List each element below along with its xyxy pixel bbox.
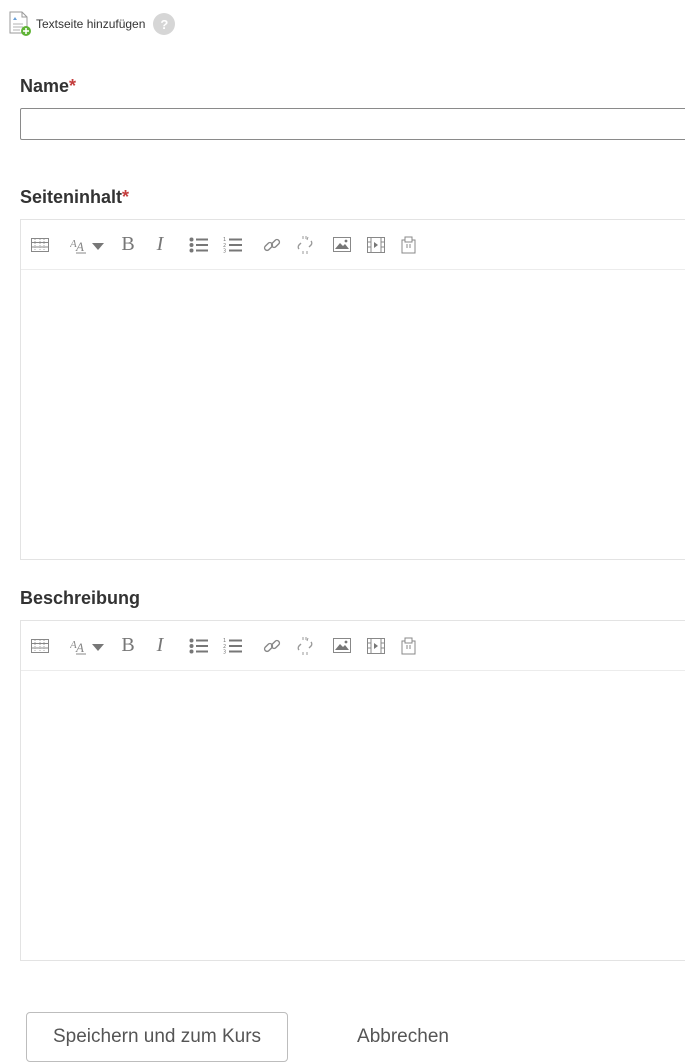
- content-label: Seiteninhalt*: [20, 187, 129, 208]
- required-marker: *: [122, 187, 130, 207]
- bold-icon[interactable]: B: [117, 634, 139, 657]
- ordered-list-icon[interactable]: 123: [223, 234, 243, 256]
- unordered-list-icon[interactable]: [189, 635, 209, 657]
- svg-text:A: A: [75, 239, 84, 254]
- name-input[interactable]: [20, 108, 685, 140]
- content-editor-toolbar: AA B I 123: [21, 220, 685, 270]
- description-label-text: Beschreibung: [20, 588, 141, 608]
- name-label: Name*: [20, 76, 76, 97]
- name-label-text: Name: [20, 76, 70, 96]
- help-icon[interactable]: ?: [153, 13, 176, 35]
- font-size-icon[interactable]: AA: [69, 635, 107, 657]
- description-editor: AA B I 123: [20, 620, 685, 961]
- unlink-icon[interactable]: [295, 234, 315, 256]
- toolbar-toggle-icon[interactable]: [31, 635, 49, 657]
- svg-text:A: A: [75, 640, 84, 655]
- page-title: Textseite hinzufügen: [36, 17, 146, 31]
- italic-icon[interactable]: I: [149, 634, 171, 657]
- unordered-list-icon[interactable]: [189, 234, 209, 256]
- link-icon[interactable]: [263, 234, 281, 256]
- ordered-list-icon[interactable]: 123: [223, 635, 243, 657]
- description-editor-toolbar: AA B I 123: [21, 621, 685, 671]
- page-header: Textseite hinzufügen ?: [8, 10, 176, 38]
- manage-files-icon[interactable]: [401, 234, 417, 256]
- content-label-text: Seiteninhalt: [20, 187, 123, 207]
- font-size-icon[interactable]: AA: [69, 234, 107, 256]
- media-icon[interactable]: [367, 234, 385, 256]
- toolbar-toggle-icon[interactable]: [31, 234, 49, 256]
- required-marker: *: [69, 76, 77, 96]
- link-icon[interactable]: [263, 635, 281, 657]
- save-and-return-button[interactable]: Speichern und zum Kurs: [26, 1012, 288, 1062]
- image-icon[interactable]: [333, 234, 351, 256]
- italic-icon[interactable]: I: [149, 233, 171, 256]
- description-editor-area[interactable]: [21, 671, 685, 960]
- document-add-icon: [8, 11, 32, 37]
- manage-files-icon[interactable]: [401, 635, 417, 657]
- content-editor-area[interactable]: [21, 270, 685, 559]
- bold-icon[interactable]: B: [117, 233, 139, 256]
- media-icon[interactable]: [367, 635, 385, 657]
- description-label: Beschreibung: [20, 588, 140, 609]
- svg-text:3: 3: [223, 649, 226, 654]
- svg-text:3: 3: [223, 248, 226, 253]
- unlink-icon[interactable]: [295, 635, 315, 657]
- image-icon[interactable]: [333, 635, 351, 657]
- content-editor: AA B I 123: [20, 219, 685, 560]
- cancel-button[interactable]: Abbrechen: [338, 1012, 468, 1062]
